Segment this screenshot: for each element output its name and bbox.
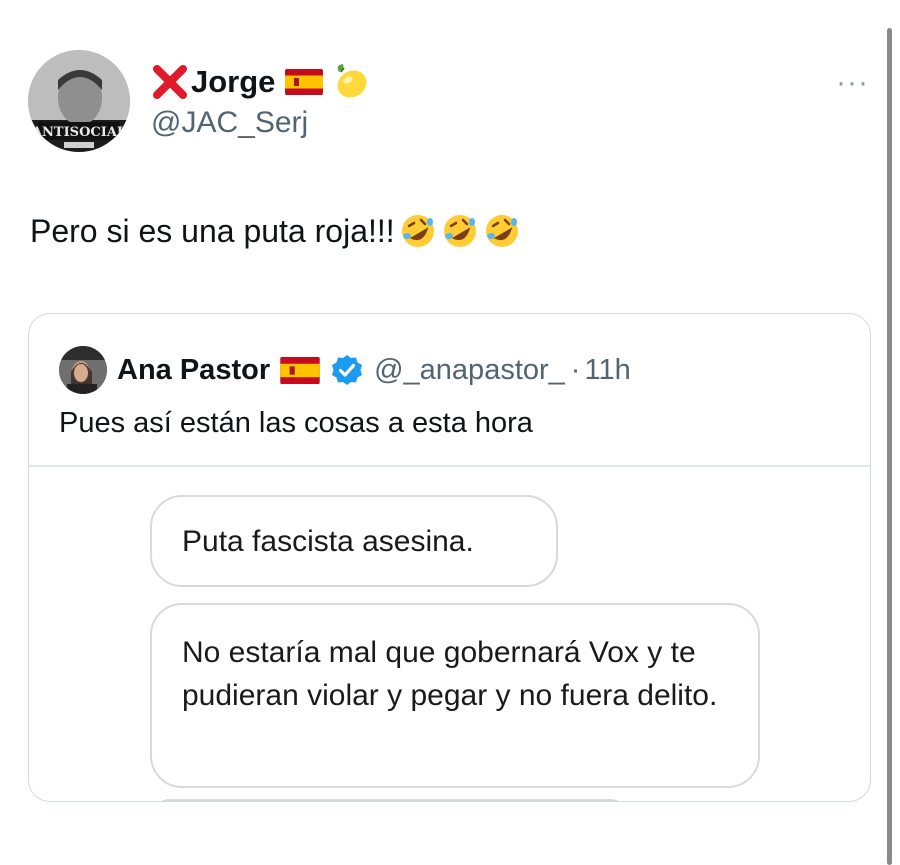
quoted-tweet-header: Ana Pastor @_anapastor_ · 11h: [59, 346, 631, 394]
tweet-text: Pero si es una puta roja!!!: [30, 212, 521, 250]
message-bubble: Puta fascista asesina.: [150, 495, 558, 587]
svg-text:ANTISOCIAL: ANTISOCIAL: [31, 125, 126, 140]
cross-mark-icon: [153, 65, 187, 99]
author-name-line[interactable]: Jorge: [151, 62, 371, 102]
tweet-text-content: Pero si es una puta roja!!!: [30, 212, 395, 249]
message-bubble: No estaría mal que gobernará Vox y te pu…: [150, 603, 760, 788]
spain-flag-icon: [280, 356, 320, 384]
quoted-tweet-text: Pues así están las cosas a esta hora: [59, 407, 533, 439]
more-options-button[interactable]: ···: [836, 66, 869, 100]
message-text: No estaría mal que gobernará Vox y te pu…: [182, 636, 718, 712]
author-name[interactable]: Jorge: [191, 64, 275, 100]
scrollbar[interactable]: [887, 28, 892, 865]
quoted-author-name[interactable]: Ana Pastor: [117, 354, 270, 387]
rolling-laughing-icon: [443, 215, 476, 247]
quoted-timestamp[interactable]: 11h: [584, 354, 630, 387]
quoted-tweet[interactable]: Ana Pastor @_anapastor_ · 11h Pues así e…: [28, 313, 871, 802]
verified-badge-icon: [332, 355, 363, 385]
spain-flag-icon: [285, 69, 324, 95]
quoted-media-divider: [29, 465, 870, 467]
quoted-author-handle[interactable]: @_anapastor_: [374, 354, 565, 387]
message-text: Puta fascista asesina.: [182, 525, 474, 558]
lemon-icon: [337, 64, 367, 98]
author-handle[interactable]: @JAC_Serj: [151, 106, 308, 140]
rolling-laughing-icon: [401, 215, 434, 247]
message-bubble-partial: [150, 799, 630, 801]
rolling-laughing-icon: [485, 215, 518, 247]
separator-dot: ·: [570, 353, 581, 386]
quoted-author-avatar[interactable]: [59, 346, 107, 394]
author-avatar[interactable]: ANTISOCIAL: [28, 50, 130, 152]
